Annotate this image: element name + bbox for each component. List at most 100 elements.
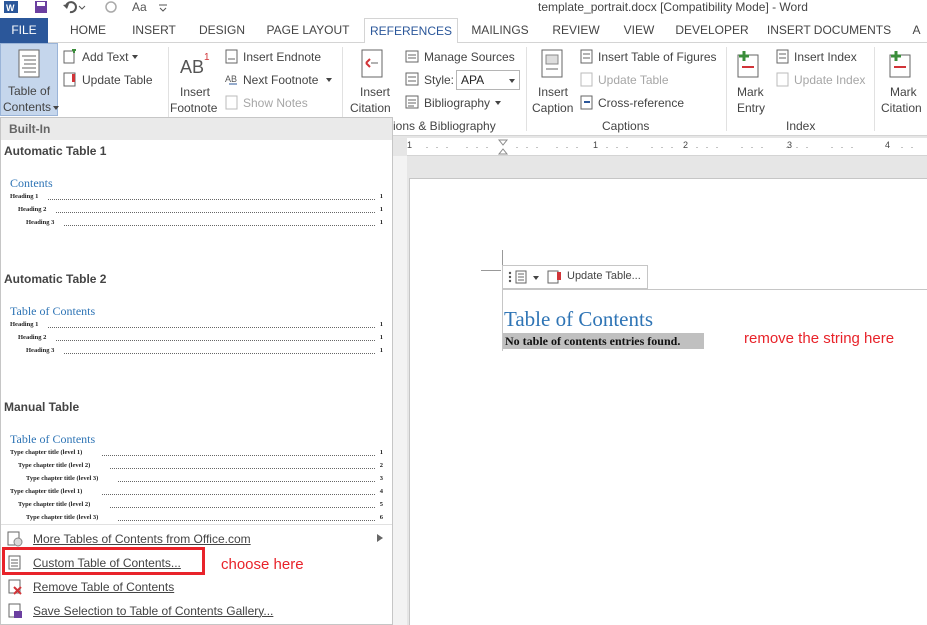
control-update-table-button[interactable]: Update Table... <box>567 270 641 282</box>
table-of-contents-icon <box>18 49 40 78</box>
tab-design[interactable]: DESIGN <box>194 18 250 43</box>
preview-toc-row-page: 1 <box>379 193 383 200</box>
toc-heading[interactable]: Table of Contents <box>504 307 653 332</box>
preview-toc-row-text: Heading 3 <box>26 219 55 226</box>
save-selection-menu-item[interactable]: Save Selection to Table of Contents Gall… <box>5 600 390 622</box>
toc-content-control-tab[interactable]: Update Table... <box>502 265 648 289</box>
preview-toc-row-page: 1 <box>379 206 383 213</box>
group-separator <box>526 47 527 131</box>
show-notes-icon <box>225 95 238 110</box>
tab-review[interactable]: REVIEW <box>546 18 606 43</box>
tab-insert-documents[interactable]: INSERT DOCUMENTS <box>762 18 896 43</box>
preview-toc-row-page: 1 <box>379 334 383 341</box>
toc-button-line1: Table of <box>8 84 51 98</box>
chevron-down-icon <box>509 79 515 83</box>
tab-file[interactable]: FILE <box>0 18 48 43</box>
insert-table-of-figures-button[interactable]: Insert Table of Figures <box>598 50 717 64</box>
preview-toc-title: Table of Contents <box>10 432 96 446</box>
mark-citation-line2: Citation <box>881 101 922 115</box>
update-table-captions-button[interactable]: Update Table <box>598 73 669 87</box>
mark-entry-line1: Mark <box>737 85 764 99</box>
ruler-ticks <box>426 139 913 155</box>
chevron-right-icon <box>377 534 383 542</box>
insert-index-icon <box>776 49 789 64</box>
mark-entry-icon <box>737 51 759 78</box>
insert-caption-line1: Insert <box>538 85 569 99</box>
ribbon-tabs: FILE HOME INSERT DESIGN PAGE LAYOUT REFE… <box>0 18 927 44</box>
mark-citation-button[interactable]: Mark Citation <box>878 43 927 116</box>
insert-caption-button[interactable]: Insert Caption <box>530 43 576 116</box>
ruler-number: 3 <box>787 140 793 150</box>
word-app-icon[interactable]: W <box>4 0 20 16</box>
tab-developer[interactable]: DEVELOPER <box>672 18 752 43</box>
mark-entry-button[interactable]: Mark Entry <box>730 43 770 116</box>
insert-caption-icon <box>541 49 563 78</box>
update-table-button[interactable]: Update Table <box>82 73 153 87</box>
cross-reference-button[interactable]: Cross-reference <box>598 96 684 110</box>
remove-toc-menu-item[interactable]: Remove Table of Contents <box>5 576 390 598</box>
ruler-number: 1 <box>593 140 599 150</box>
tab-home[interactable]: HOME <box>62 18 114 43</box>
vertical-ruler[interactable] <box>393 156 407 625</box>
preview-toc-row-text: Heading 2 <box>18 206 47 213</box>
mark-citation-line1: Mark <box>890 85 917 99</box>
save-icon[interactable] <box>34 0 50 16</box>
document-page[interactable] <box>409 178 927 625</box>
tab-mailings[interactable]: MAILINGS <box>464 18 536 43</box>
chevron-down-icon <box>53 106 59 110</box>
preview-toc-title: Table of Contents <box>10 304 96 318</box>
insert-footnote-button[interactable]: AB 1 Insert Footnote <box>170 43 222 116</box>
add-text-button[interactable]: Add Text <box>82 50 128 64</box>
preview-toc-row-text: Heading 1 <box>10 193 39 200</box>
insert-citation-button[interactable]: Insert Citation <box>346 43 400 116</box>
footnote-superscript: 1 <box>204 52 210 63</box>
preview-toc-row-page: 1 <box>379 347 383 354</box>
tab-overflow[interactable]: A <box>906 18 927 43</box>
svg-text:AB: AB <box>225 74 237 84</box>
gallery-item-manual-table[interactable]: Table of Contents Type chapter title (le… <box>3 418 390 521</box>
next-footnote-button[interactable]: Next Footnote <box>243 73 318 87</box>
gallery-item-automatic-table-2[interactable]: Table of Contents Heading 1 1 Heading 2 … <box>3 290 390 402</box>
font-size-qat-button[interactable]: Aa <box>132 0 147 16</box>
redo-icon[interactable] <box>104 0 118 16</box>
annotation-choose: choose here <box>221 556 304 573</box>
insert-endnote-button[interactable]: Insert Endnote <box>243 50 321 64</box>
chevron-down-icon[interactable] <box>533 276 539 280</box>
style-select[interactable]: APA <box>456 70 520 90</box>
chevron-down-icon <box>495 101 501 105</box>
update-index-button[interactable]: Update Index <box>794 73 865 87</box>
customize-qat-icon[interactable] <box>158 2 168 18</box>
insert-citation-icon <box>361 49 383 78</box>
preview-toc-row-text: Type chapter title (level 1) <box>10 449 83 456</box>
tab-insert[interactable]: INSERT <box>124 18 184 43</box>
preview-toc-row-page: 1 <box>379 219 383 226</box>
table-of-contents-button[interactable]: Table of Contents <box>0 43 59 116</box>
drag-handle-icon[interactable] <box>506 270 514 284</box>
office-com-icon <box>7 531 23 547</box>
show-notes-button[interactable]: Show Notes <box>243 96 308 110</box>
undo-icon[interactable] <box>62 0 86 16</box>
menu-item-label: Remove Table of Contents <box>33 580 175 594</box>
preview-toc-row: Type chapter title (level 2) 5 <box>18 501 383 510</box>
update-table-icon <box>547 270 561 284</box>
gallery-item-automatic-table-1[interactable]: Contents Heading 1 1 Heading 2 1 Heading… <box>3 162 390 274</box>
tab-references[interactable]: REFERENCES <box>364 18 458 44</box>
tab-page-layout[interactable]: PAGE LAYOUT <box>260 18 356 43</box>
bibliography-button[interactable]: Bibliography <box>424 96 490 110</box>
insert-citation-line1: Insert <box>360 85 391 99</box>
remove-toc-icon <box>8 579 22 595</box>
footnote-icon: AB <box>180 57 205 77</box>
style-select-value: APA <box>461 73 485 87</box>
horizontal-ruler[interactable]: 1 1 2 3 4 <box>407 138 927 156</box>
group-label-captions: Captions <box>602 119 650 133</box>
toc-empty-message[interactable]: No table of contents entries found. <box>503 333 704 349</box>
insert-caption-line2: Caption <box>532 101 574 115</box>
insert-index-button[interactable]: Insert Index <box>794 50 857 64</box>
tab-view[interactable]: VIEW <box>616 18 662 43</box>
margin-marker <box>481 270 501 271</box>
manage-sources-button[interactable]: Manage Sources <box>424 50 515 64</box>
mark-citation-icon <box>889 51 911 78</box>
gallery-divider <box>1 524 392 525</box>
gallery-section-title: Automatic Table 2 <box>4 272 107 286</box>
toc-control-icon[interactable] <box>515 270 529 284</box>
